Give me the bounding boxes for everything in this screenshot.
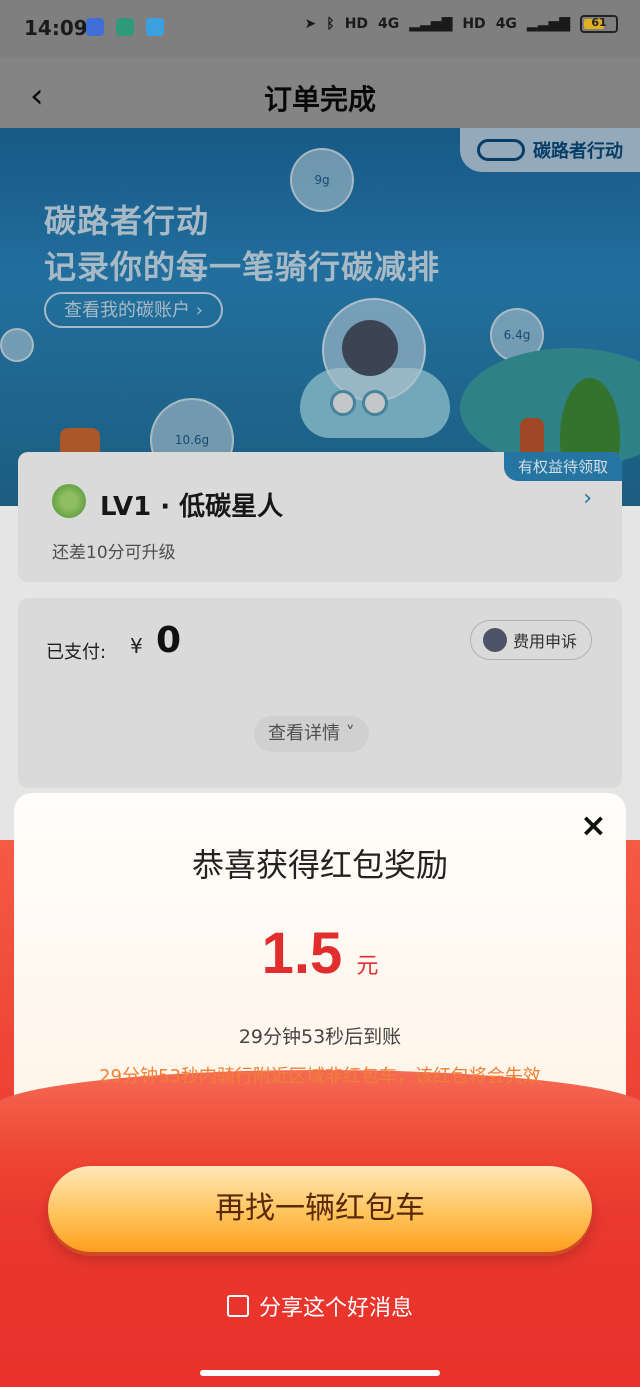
share-label: 分享这个好消息 [258,1296,413,1321]
status-right: ➤ ᛒ HD 4G ▂▃▅▇ HD 4G ▂▃▅▇ 61 [305,15,618,33]
reward-amount: 1.5 [261,921,343,986]
hd-badge-2: HD [462,16,486,32]
view-carbon-account-button[interactable]: 查看我的碳账户 › [44,292,223,328]
signal-icon-2: ▂▃▅▇ [526,16,570,32]
leaf-icon [52,484,86,518]
status-time: 14:09 [24,16,88,40]
level-card[interactable]: 有权益待领取 LV1 · 低碳星人 还差10分可升级 › [18,452,622,582]
reward-amount-row: 1.5 元 [0,920,640,987]
banner-headline: 碳路者行动 [44,202,210,240]
view-details-button[interactable]: 查看详情 ˅ [254,716,369,752]
submarine-illustration [300,298,450,438]
home-indicator[interactable] [200,1370,440,1376]
banner-subheadline: 记录你的每一笔骑行碳减排 [44,248,441,286]
battery-icon: 61 [580,15,618,33]
bluetooth-icon: ᛒ [326,16,335,32]
level-title: LV1 · 低碳星人 [100,492,284,522]
chevron-right-icon: › [583,486,592,511]
brand-badge: 碳路者行动 [460,128,640,172]
location-icon: ➤ [304,16,317,32]
fee-appeal-label: 费用申诉 [512,632,577,651]
benefit-tag: 有权益待领取 [503,452,622,481]
mascot-icon [342,320,398,376]
mascot-icon [482,628,507,652]
paid-label: 已支付: [46,642,107,663]
app-notification-icon [116,18,134,36]
network-label-2: 4G [495,16,517,32]
level-subtitle: 还差10分可升级 [52,543,176,563]
fee-appeal-button[interactable]: 费用申诉 [469,620,592,660]
bubble-decor [0,328,34,362]
find-red-packet-bike-button[interactable]: 再找一辆红包车 [48,1166,592,1252]
signal-icon: ▂▃▅▇ [409,16,453,32]
carbon-banner[interactable]: 碳路者行动 碳路者行动 记录你的每一笔骑行碳减排 查看我的碳账户 › 9g 6.… [0,128,640,506]
share-link[interactable]: 分享这个好消息 [0,1290,640,1322]
expiry-warning: 29分钟53秒内骑行附近区域非红包车，该红包将会失效 [99,1066,541,1087]
share-icon [226,1295,249,1317]
currency-symbol: ¥ [130,634,143,658]
close-icon[interactable]: × [580,806,607,844]
arrival-note: 29分钟53秒后到账 [238,1026,402,1048]
status-bar: 14:09 ➤ ᛒ HD 4G ▂▃▅▇ HD 4G ▂▃▅▇ 61 [0,0,640,58]
reward-title: 恭喜获得红包奖励 [191,846,448,884]
network-label: 4G [378,16,400,32]
hd-badge: HD [344,16,369,32]
app-notification-icon [86,18,104,36]
payment-card: 已支付: ¥ 0 费用申诉 查看详情 ˅ [18,598,622,788]
paid-amount: 0 [156,620,182,661]
bubble: 9g [290,148,354,212]
app-notification-icon [146,18,164,36]
page-title: 订单完成 [263,83,376,116]
bike-icon [477,139,525,161]
brand-label: 碳路者行动 [533,141,623,162]
nav-bar: ‹ 订单完成 [0,58,640,128]
status-app-icons [86,18,164,36]
reward-unit: 元 [356,954,379,979]
